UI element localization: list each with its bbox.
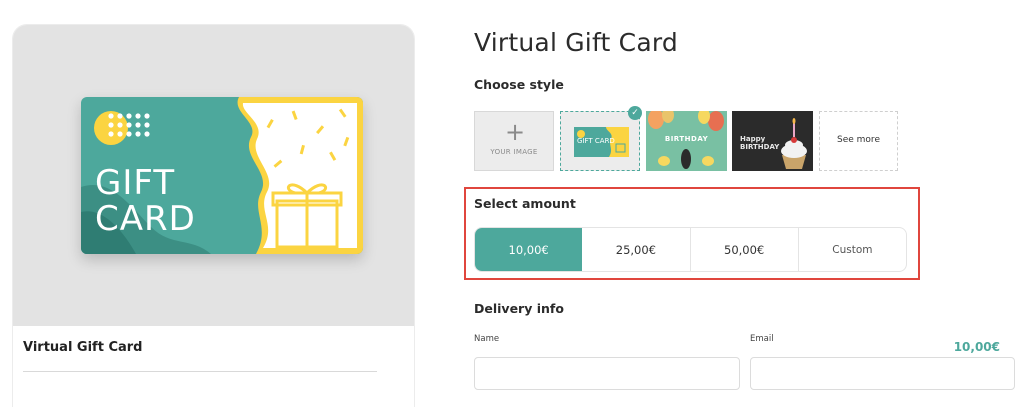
name-input[interactable] <box>474 357 740 390</box>
see-more-styles-button[interactable]: See more <box>819 111 898 171</box>
check-icon: ✓ <box>628 106 642 120</box>
name-field-label: Name <box>474 334 500 344</box>
style-option-gift-card[interactable]: GIFT CARD <box>560 111 640 171</box>
style-option-birthday-cupcake[interactable]: Happy BIRTHDAY <box>732 111 813 171</box>
see-more-label: See more <box>837 135 880 145</box>
amount-option-50[interactable]: 50,00€ <box>691 228 799 271</box>
page-title: Virtual Gift Card <box>474 28 678 57</box>
gift-card-thumbnail-text: GIFT CARD <box>577 137 615 145</box>
preview-image-area: GIFT CARD <box>13 25 414 326</box>
choose-style-label: Choose style <box>474 77 564 92</box>
summary-area <box>13 326 414 407</box>
summary-product-name: Virtual Gift Card <box>23 340 143 355</box>
email-input[interactable] <box>750 357 1015 390</box>
delivery-info-label: Delivery info <box>474 301 564 316</box>
style-option-upload-image[interactable]: + YOUR IMAGE <box>474 111 554 171</box>
card-title-text: GIFT CARD <box>95 163 196 239</box>
style-option-birthday-balloons[interactable]: BIRTHDAY <box>646 111 727 171</box>
summary-divider <box>23 371 377 372</box>
summary-price: 10,00€ <box>953 340 1000 354</box>
upload-image-label: YOUR IMAGE <box>490 148 538 156</box>
email-field-label: Email <box>750 334 774 344</box>
select-amount-label: Select amount <box>474 196 576 211</box>
amount-options: 10,00€ 25,00€ 50,00€ Custom <box>474 227 907 272</box>
plus-icon: + <box>505 118 526 146</box>
cupcake-thumbnail-text: Happy BIRTHDAY <box>740 135 780 151</box>
birthday-thumbnail-text: BIRTHDAY <box>664 135 709 143</box>
gift-card-image: GIFT CARD <box>81 97 363 254</box>
amount-option-25[interactable]: 25,00€ <box>582 228 691 271</box>
amount-option-custom[interactable]: Custom <box>799 228 906 271</box>
amount-option-10[interactable]: 10,00€ <box>475 228 583 271</box>
